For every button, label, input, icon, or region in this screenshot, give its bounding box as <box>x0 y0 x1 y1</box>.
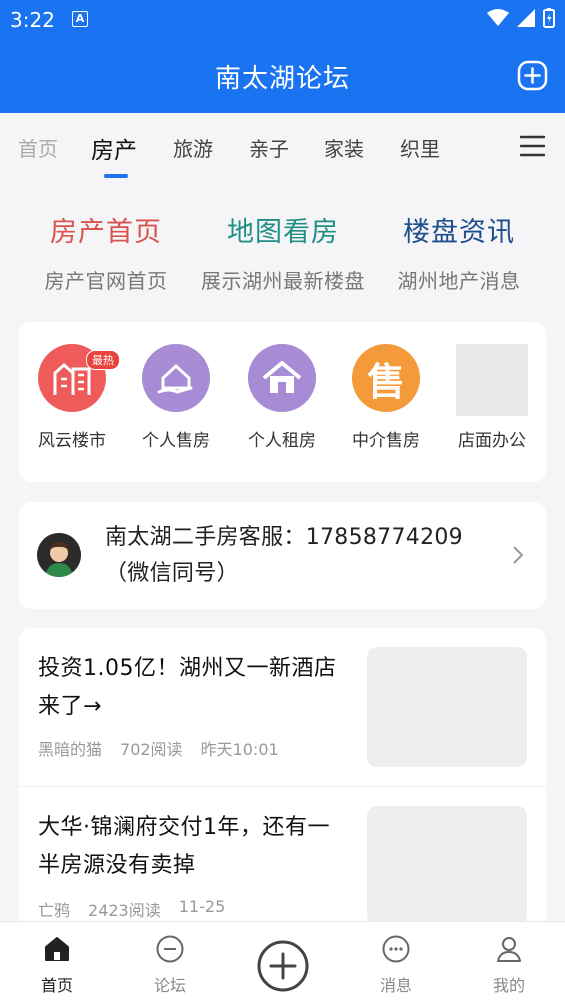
quick-link-news[interactable]: 楼盘资讯 湖州地产消息 <box>365 210 553 294</box>
hot-badge: 最热 <box>86 350 120 370</box>
signal-icon <box>517 9 535 27</box>
quick-link-title: 房产首页 <box>50 217 162 248</box>
house-icon <box>248 344 316 412</box>
house-hand-icon <box>142 344 210 412</box>
article-list: 投资1.05亿！湖州又一新酒店来了→ 黑暗的猫 702阅读 昨天10:01 大华… <box>19 628 546 928</box>
article-time: 昨天10:01 <box>200 740 279 759</box>
publish-plus-icon[interactable] <box>257 940 309 992</box>
bottom-nav: 首页 论坛 消息 我的 <box>0 921 565 1004</box>
add-circle-icon[interactable] <box>517 60 548 91</box>
status-time: 3:22 <box>10 8 55 32</box>
article-item[interactable]: 投资1.05亿！湖州又一新酒店来了→ 黑暗的猫 702阅读 昨天10:01 <box>19 628 546 788</box>
category-label: 店面办公 <box>458 431 526 451</box>
service-line-2: （微信同号） <box>105 561 239 586</box>
service-line-1: 南太湖二手房客服：17858774209 <box>105 525 463 550</box>
tab-travel[interactable]: 旅游 <box>173 133 213 162</box>
article-author: 亡鸦 <box>38 901 71 920</box>
category-shop-office[interactable]: 店面办公 <box>440 344 544 451</box>
service-text: 南太湖二手房客服：17858774209 （微信同号） <box>105 520 505 592</box>
quick-link-subtitle: 展示湖州最新楼盘 <box>201 269 365 293</box>
quick-link-title: 地图看房 <box>227 217 339 248</box>
category-personal-sale[interactable]: 个人售房 <box>124 344 228 451</box>
tab-parenting[interactable]: 亲子 <box>249 133 289 162</box>
avatar <box>37 533 81 577</box>
category-icons-card: 最热 风云楼市 个人售房 个人租房 售 中介售房 店面办公 <box>19 322 546 482</box>
quick-link-subtitle: 湖州地产消息 <box>397 269 521 293</box>
article-reads: 2423阅读 <box>88 901 161 920</box>
article-reads: 702阅读 <box>120 740 183 759</box>
nav-label: 论坛 <box>153 976 186 995</box>
article-author: 黑暗的猫 <box>38 740 103 759</box>
home-icon <box>45 937 69 961</box>
category-label: 风云楼市 <box>38 431 106 451</box>
notification-a-icon: A <box>72 11 88 27</box>
system-icons <box>487 8 555 28</box>
customer-service-card[interactable]: 南太湖二手房客服：17858774209 （微信同号） <box>19 502 546 609</box>
building-icon: 最热 <box>38 344 120 412</box>
forum-icon <box>156 935 184 963</box>
article-meta: 亡鸦 2423阅读 11-25 <box>38 897 225 921</box>
nav-label: 首页 <box>40 976 73 995</box>
wifi-icon <box>487 9 509 26</box>
category-personal-rent[interactable]: 个人租房 <box>230 344 334 451</box>
chevron-right-icon <box>513 546 524 564</box>
message-icon <box>382 935 410 963</box>
nav-label: 消息 <box>379 976 412 995</box>
article-meta: 黑暗的猫 702阅读 昨天10:01 <box>38 736 279 760</box>
quick-link-title: 楼盘资讯 <box>403 217 515 248</box>
tab-home[interactable]: 首页 <box>18 133 58 162</box>
category-label: 个人售房 <box>142 431 210 451</box>
article-thumbnail <box>367 647 527 767</box>
nav-profile[interactable]: 我的 <box>469 934 549 996</box>
category-label: 个人租房 <box>248 431 316 451</box>
article-time: 11-25 <box>178 897 226 916</box>
quick-link-property-home[interactable]: 房产首页 房产官网首页 <box>12 210 200 294</box>
tab-real-estate[interactable]: 房产 <box>91 131 137 165</box>
quick-links: 房产首页 房产官网首页 地图看房 展示湖州最新楼盘 楼盘资讯 湖州地产消息 <box>0 210 565 310</box>
status-bar: 3:22 A <box>0 0 565 38</box>
nav-label: 我的 <box>492 976 525 995</box>
category-tabs: 首页 房产 旅游 亲子 家装 织里 <box>0 113 565 189</box>
page-title: 南太湖论坛 <box>214 64 350 94</box>
menu-icon[interactable] <box>520 135 545 157</box>
article-title: 大华·锦澜府交付1年，还有一半房源没有卖掉 <box>38 815 330 878</box>
category-agency-sale[interactable]: 售 中介售房 <box>334 344 438 451</box>
tab-active-indicator <box>104 174 128 178</box>
category-market[interactable]: 最热 风云楼市 <box>20 344 124 451</box>
category-label: 中介售房 <box>352 431 420 451</box>
tab-zhili[interactable]: 织里 <box>400 133 440 162</box>
nav-messages[interactable]: 消息 <box>356 934 436 996</box>
profile-icon <box>497 937 521 962</box>
article-title: 投资1.05亿！湖州又一新酒店来了→ <box>38 656 337 719</box>
app-header: 南太湖论坛 <box>0 38 565 113</box>
sale-glyph: 售 <box>366 359 405 404</box>
nav-forum[interactable]: 论坛 <box>130 934 210 996</box>
nav-home[interactable]: 首页 <box>17 934 97 996</box>
quick-link-map[interactable]: 地图看房 展示湖州最新楼盘 <box>189 210 377 294</box>
image-placeholder <box>456 344 528 416</box>
quick-link-subtitle: 房产官网首页 <box>44 269 168 293</box>
battery-icon <box>543 8 555 28</box>
article-thumbnail <box>367 806 527 926</box>
sale-icon: 售 <box>352 344 420 412</box>
tab-home-decor[interactable]: 家装 <box>324 133 364 162</box>
